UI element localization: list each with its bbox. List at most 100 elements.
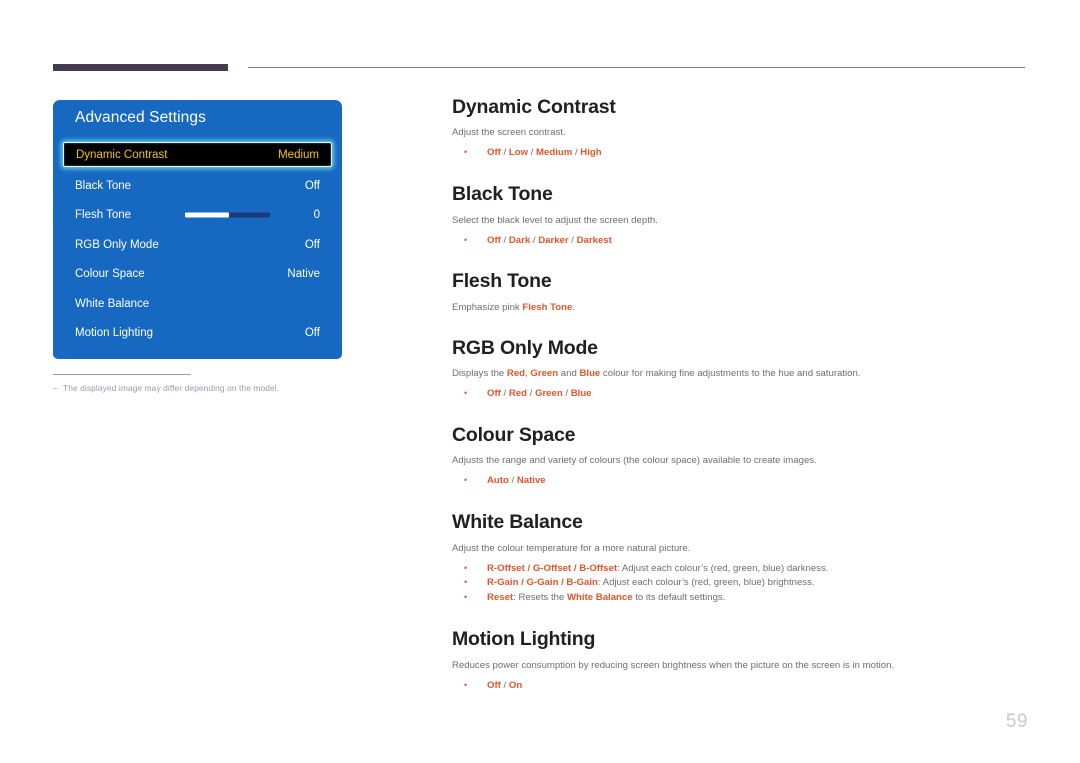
option-value: Red (508, 388, 527, 400)
osd-row-label: White Balance (75, 297, 150, 310)
option-list-item: R-Offset / G-Offset / B-Offset: Adjust e… (452, 562, 1032, 577)
option-value: High (580, 147, 602, 159)
section-title: Colour Space (452, 424, 576, 447)
section-description: Select the black level to adjust the scr… (452, 214, 658, 226)
osd-row-value: Native (287, 268, 320, 281)
osd-row-value: 0 (313, 209, 320, 222)
option-description: : Resets the (513, 592, 567, 604)
option-list: Off / Dark / Darker / Darkest (452, 234, 1032, 249)
description-highlight: Red (506, 368, 526, 380)
osd-menu-title: Advanced Settings (75, 109, 206, 126)
description-text: . (572, 301, 575, 313)
header-accent-bar (53, 64, 228, 71)
osd-menu-list: Dynamic Contrast Medium Black Tone Off F… (53, 140, 342, 348)
option-separator: / (562, 388, 571, 400)
option-list-item: R-Gain / G-Gain / B-Gain: Adjust each co… (452, 576, 1032, 591)
option-value: R-Offset / G-Offset / B-Offset (487, 562, 618, 574)
osd-row-flesh-tone[interactable]: Flesh Tone 0 (63, 201, 332, 231)
osd-row-label: Colour Space (75, 268, 145, 281)
osd-row-label: Motion Lighting (75, 327, 153, 340)
section-flesh-tone: Flesh Tone Emphasize pink Flesh Tone. (452, 270, 1032, 314)
option-separator: / (568, 234, 577, 246)
section-description: Reduces power consumption by reducing sc… (452, 659, 895, 671)
description-text: Emphasize pink (452, 301, 523, 313)
description-text: colour for making fine adjustments to th… (600, 368, 861, 380)
option-value: Reset (487, 592, 514, 604)
option-list-item: Off / Dark / Darker / Darkest (452, 234, 1032, 249)
option-value: Dark (508, 234, 531, 246)
header-divider-line (248, 67, 1025, 68)
option-separator: / (528, 147, 537, 159)
option-value: R-Gain / G-Gain / B-Gain (487, 577, 598, 589)
option-value: Native (516, 475, 546, 487)
option-list-item: Reset: Resets the White Balance to its d… (452, 591, 1032, 606)
section-title: Motion Lighting (452, 628, 596, 651)
osd-row-value: Medium (278, 148, 319, 161)
section-description: Adjusts the range and variety of colours… (452, 455, 817, 467)
section-description: Adjust the screen contrast. (452, 127, 566, 139)
footnote-dash-icon: – (53, 383, 58, 393)
option-description: : Adjust each colour’s (red, green, blue… (617, 562, 829, 574)
option-list: Auto / Native (452, 474, 1032, 489)
manual-body: Dynamic Contrast Adjust the screen contr… (452, 96, 1032, 693)
osd-row-colour-space[interactable]: Colour Space Native (63, 260, 332, 290)
osd-row-value: Off (304, 179, 320, 192)
option-value: Off (487, 388, 501, 400)
option-list-item: Off / Low / Medium / High (452, 146, 1032, 161)
section-motion-lighting: Motion Lighting Reduces power consumptio… (452, 628, 1032, 693)
section-white-balance: White Balance Adjust the colour temperat… (452, 511, 1032, 606)
option-value: Darkest (576, 234, 612, 246)
option-separator: / (500, 234, 509, 246)
option-value: Medium (536, 147, 573, 159)
footnote: – The displayed image may differ dependin… (53, 383, 353, 393)
option-list-item: Off / Red / Green / Blue (452, 387, 1032, 402)
osd-row-dynamic-contrast[interactable]: Dynamic Contrast Medium (63, 142, 332, 167)
option-separator: / (500, 679, 509, 691)
section-description: Adjust the colour temperature for a more… (452, 542, 691, 554)
option-list-item: Off / On (452, 679, 1032, 694)
option-separator: / (500, 147, 509, 159)
flesh-tone-slider[interactable] (185, 212, 270, 218)
option-list-item: Auto / Native (452, 474, 1032, 489)
option-value: Off (487, 679, 501, 691)
option-list: R-Offset / G-Offset / B-Offset: Adjust e… (452, 562, 1032, 607)
option-description: to its default settings. (632, 592, 726, 604)
option-description-highlight: White Balance (567, 592, 633, 604)
osd-row-white-balance[interactable]: White Balance (63, 289, 332, 319)
osd-row-value: Off (304, 327, 320, 340)
option-list: Off / On (452, 679, 1032, 694)
osd-row-motion-lighting[interactable]: Motion Lighting Off (63, 319, 332, 349)
option-value: Low (508, 147, 529, 159)
option-separator: / (508, 475, 517, 487)
description-text: and (558, 368, 580, 380)
option-value: Green (534, 388, 563, 400)
section-title: Dynamic Contrast (452, 96, 616, 118)
slider-fill (185, 212, 230, 218)
option-value: Darker (538, 234, 569, 246)
section-description: Displays the Red, Green and Blue colour … (452, 368, 1032, 381)
section-title: White Balance (452, 511, 583, 534)
description-highlight: Blue (579, 368, 601, 380)
osd-row-rgb-only-mode[interactable]: RGB Only Mode Off (63, 230, 332, 260)
osd-row-value: Off (304, 238, 320, 251)
section-dynamic-contrast: Dynamic Contrast Adjust the screen contr… (452, 96, 1032, 161)
page-number: 59 (1005, 711, 1028, 732)
osd-row-label: Dynamic Contrast (76, 148, 168, 161)
option-value: On (508, 679, 523, 691)
osd-menu-panel: Advanced Settings Dynamic Contrast Mediu… (53, 100, 342, 359)
option-description: : Adjust each colour’s (red, green, blue… (597, 577, 815, 589)
description-highlight: Green (530, 368, 559, 380)
osd-row-black-tone[interactable]: Black Tone Off (63, 171, 332, 201)
footnote-text: The displayed image may differ depending… (63, 383, 280, 393)
option-value: Off (487, 147, 501, 159)
section-title: Black Tone (452, 183, 553, 206)
section-title: Flesh Tone (452, 270, 552, 293)
option-separator: / (526, 388, 535, 400)
osd-row-label: Flesh Tone (75, 209, 132, 222)
description-text: Displays the (452, 368, 507, 380)
option-separator: / (500, 388, 509, 400)
option-separator: / (530, 234, 539, 246)
osd-row-label: RGB Only Mode (75, 238, 159, 251)
section-title: RGB Only Mode (452, 336, 598, 359)
section-rgb-only-mode: RGB Only Mode Displays the Red, Green an… (452, 337, 1032, 402)
